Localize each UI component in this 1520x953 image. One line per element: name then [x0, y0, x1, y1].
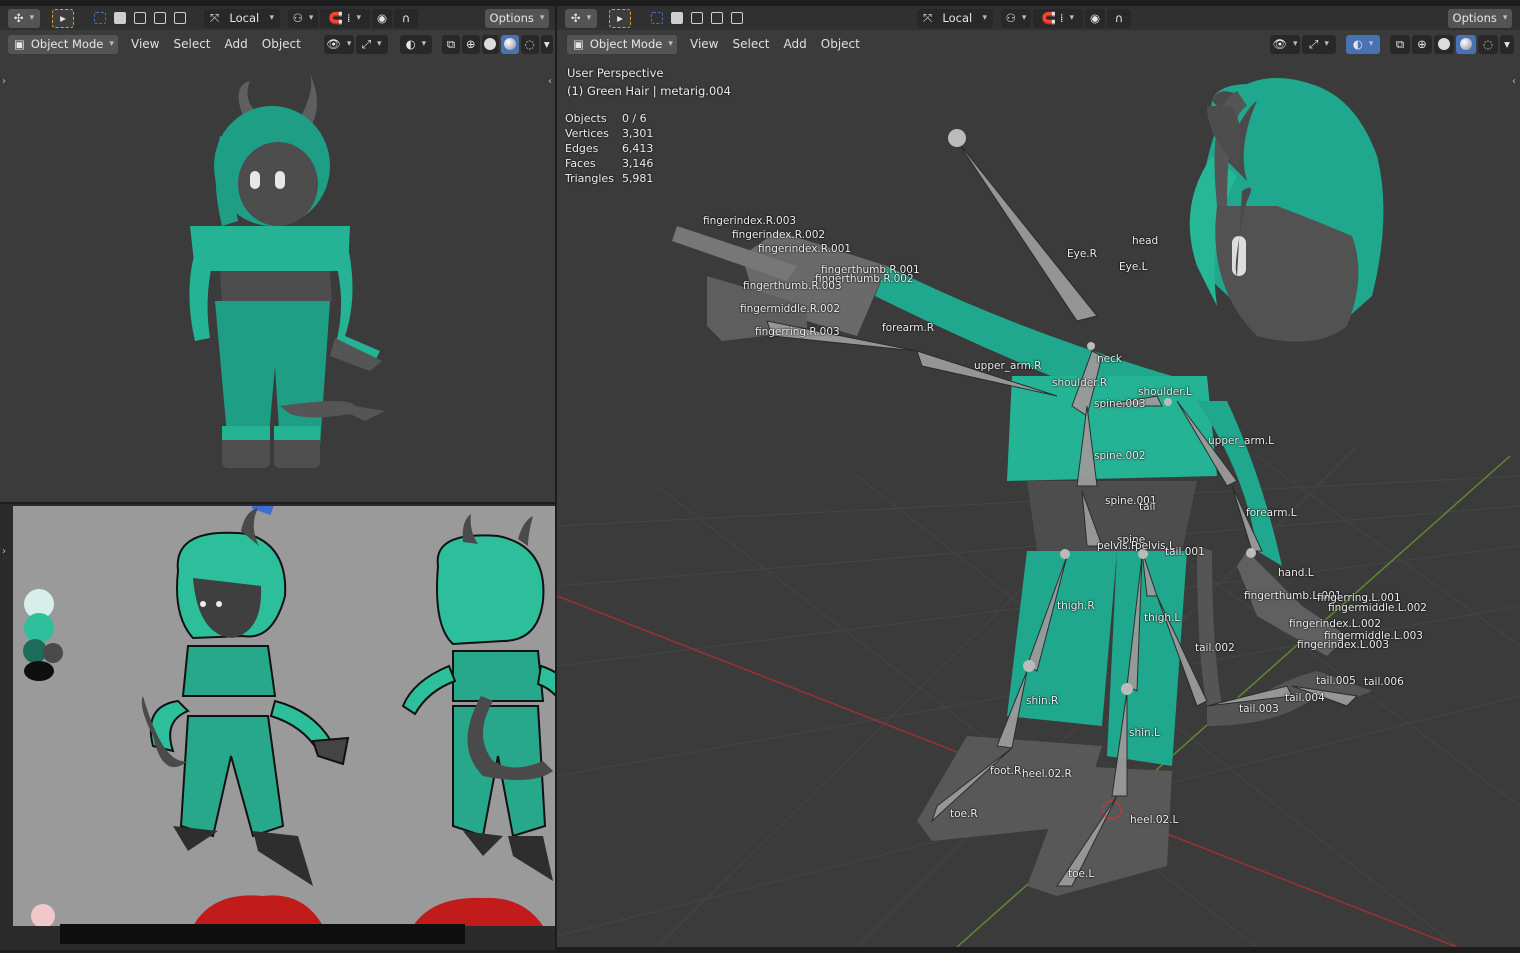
bone-label: fingermiddle.L.002	[1328, 602, 1427, 614]
stat-label: Vertices	[565, 127, 609, 140]
select-box-icon[interactable]	[90, 9, 110, 28]
perspective-label: User Perspective	[567, 66, 664, 80]
bone-label: fingerindex.L.002	[1289, 618, 1382, 630]
falloff-icon[interactable]: ∩	[394, 8, 418, 28]
bone-label: fingerring.R.003	[755, 326, 840, 338]
bone-label: fingerindex.R.003	[703, 215, 797, 227]
bone-label: forearm.L	[1246, 507, 1297, 519]
bone-label: forearm.R	[882, 322, 935, 334]
gizmo-dropdown[interactable]: ⤢ ▾	[355, 34, 388, 54]
bone-label: toe.R	[950, 808, 978, 820]
stat-label: Objects	[565, 112, 607, 125]
bone-label: fingerthumb.R.003	[743, 280, 842, 292]
reference-image-panel[interactable]: ›	[0, 504, 555, 950]
stat-value: 3,146	[621, 157, 654, 170]
left-tool-header: ✣ ▾ ▸ ⤧ Local ▾ ⚇ ▾ 🧲 ⁞ ▾ ◉ ∩ Options ▾	[0, 6, 555, 30]
bone-label: fingermiddle.L.003	[1324, 630, 1423, 642]
select-tool-button[interactable]: ▸	[52, 8, 74, 28]
shading-dropdown[interactable]: ▾	[540, 34, 553, 54]
bone-label: pelvis.R	[1097, 540, 1139, 552]
stat-label: Triangles	[565, 172, 614, 185]
orientation-label: Local	[229, 11, 260, 25]
pivot-dropdown[interactable]: ⚇ ▾	[288, 8, 318, 28]
bone-label: heel.02.L	[1130, 814, 1179, 826]
left-viewport-header: ▣ Object Mode ▾ View Select Add Object 👁 ▾ …	[0, 32, 555, 56]
bone-label: head	[1132, 235, 1159, 247]
add-menu[interactable]: Add	[218, 33, 255, 55]
panel-expand-icon[interactable]: ›	[2, 546, 6, 557]
bone-label: tail.002	[1195, 642, 1235, 654]
wireframe-shading-icon[interactable]: ⊕	[461, 34, 480, 54]
overlay-dropdown[interactable]: ◐ ▾	[399, 34, 433, 54]
bone-label: shoulder.L	[1138, 386, 1192, 398]
stat-value: 6,413	[621, 142, 654, 155]
snap-dropdown[interactable]: 🧲 ⁞ ▾	[320, 8, 370, 28]
reference-strip	[60, 924, 465, 944]
sidebar-expand-icon[interactable]: ‹	[548, 76, 552, 87]
toolbar-expand-icon[interactable]: ›	[2, 76, 6, 87]
solid-shading-icon[interactable]	[481, 34, 500, 54]
bone-label: Eye.L	[1119, 261, 1148, 273]
bone-label: heel.02.R	[1022, 768, 1072, 780]
stat-value: 0 / 6	[621, 112, 647, 125]
bone-label: upper_arm.L	[1208, 435, 1274, 447]
bone-label: tail.001	[1165, 546, 1205, 558]
visibility-dropdown[interactable]: 👁 ▾	[323, 34, 354, 54]
orientation-icon: ⤧	[210, 10, 220, 25]
select-extend-icon[interactable]	[110, 9, 130, 28]
xray-icon[interactable]: ⧉	[442, 34, 460, 54]
options-dropdown[interactable]: Options ▾	[485, 8, 549, 28]
mode-dropdown[interactable]: ▣ Object Mode ▾	[8, 34, 118, 54]
bone-label: thigh.L	[1144, 612, 1181, 624]
stat-label: Edges	[565, 142, 599, 155]
bone-label: shin.L	[1129, 727, 1160, 739]
bone-label: toe.L	[1068, 868, 1095, 880]
select-subtract-icon[interactable]	[130, 9, 150, 28]
scene-statistics: Objects 0 / 6 Vertices 3,301 Edges 6,413 Fa…	[565, 112, 661, 187]
bone-label: tail.003	[1239, 703, 1279, 715]
armature-bones	[766, 129, 1359, 887]
select-menu[interactable]: Select	[166, 33, 217, 55]
right-viewport[interactable]: ✣ ▾ ▸ ⤧ Local ▾ ⚇ ▾ 🧲 ⁞ ▾ ◉ ∩ Options ▾ ▣ Objec…	[557, 6, 1520, 947]
editor-type-button[interactable]: ✣ ▾	[8, 8, 40, 28]
orientation-dropdown[interactable]: ⤧ Local ▾	[204, 8, 280, 28]
bone-label: upper_arm.R	[974, 360, 1042, 372]
character-preview	[189, 76, 385, 468]
bone-label: fingerindex.R.002	[732, 229, 826, 241]
bone-label: foot.R	[990, 765, 1022, 777]
select-invert-icon[interactable]	[150, 9, 170, 28]
mode-label: Object Mode	[30, 37, 104, 51]
bone-label: spine.003	[1094, 398, 1146, 410]
bone-label: tail.004	[1285, 692, 1325, 704]
stat-label: Faces	[565, 157, 596, 170]
options-label: Options	[489, 11, 534, 25]
bone-label: spine.002	[1094, 450, 1146, 462]
bone-label: fingermiddle.R.002	[740, 303, 841, 315]
select-intersect-icon[interactable]	[170, 9, 190, 28]
bone-label: hand.L	[1278, 567, 1314, 579]
proportional-edit-icon[interactable]: ◉	[372, 8, 392, 28]
bone-label: shoulder.R	[1052, 377, 1108, 389]
stat-value: 3,301	[621, 127, 654, 140]
active-object-label: (1) Green Hair | metarig.004	[567, 84, 731, 98]
rendered-shading-icon[interactable]: ◌	[520, 34, 539, 54]
object-mode-icon: ▣	[14, 37, 25, 51]
bone-label: fingerindex.R.001	[758, 243, 852, 255]
stat-value: 5,981	[621, 172, 654, 185]
bone-label: neck	[1097, 353, 1122, 365]
bone-label: tail	[1139, 501, 1156, 513]
bone-label: shin.R	[1026, 695, 1059, 707]
bone-label: thigh.R	[1057, 600, 1095, 612]
bone-label: tail.005	[1316, 675, 1356, 687]
left-viewport[interactable]: ✣ ▾ ▸ ⤧ Local ▾ ⚇ ▾ 🧲 ⁞ ▾ ◉ ∩ Options ▾ ▣ Objec…	[0, 6, 555, 502]
bone-label: Eye.R	[1067, 248, 1097, 260]
bone-label: tail.006	[1364, 676, 1404, 688]
object-menu[interactable]: Object	[255, 33, 308, 55]
reference-concept-sheet	[13, 506, 555, 926]
material-shading-icon[interactable]	[501, 34, 519, 54]
view-menu[interactable]: View	[124, 33, 166, 55]
